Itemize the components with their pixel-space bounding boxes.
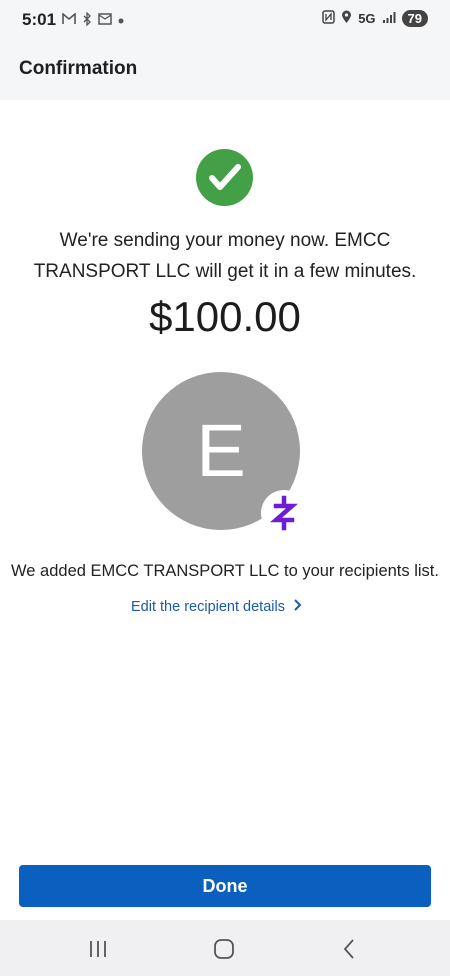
mail-icon (98, 12, 112, 28)
status-time: 5:01 (22, 10, 57, 29)
status-bar: 5:01 5G 79 (0, 0, 450, 44)
message-line-2: TRANSPORT LLC will get it in a few minut… (33, 261, 417, 282)
gmail-icon (62, 11, 76, 28)
system-nav-bar (0, 920, 450, 976)
nfc-icon (322, 10, 335, 27)
battery-indicator: 79 (401, 10, 428, 27)
back-icon[interactable] (335, 934, 365, 964)
signal-icon (382, 11, 396, 26)
edit-recipient-link[interactable]: Edit the recipient details (131, 596, 303, 618)
dot-icon (118, 13, 124, 27)
bluetooth-icon (82, 10, 92, 29)
edit-recipient-label: Edit the recipient details (131, 599, 285, 615)
zelle-badge-icon (261, 490, 307, 536)
done-button[interactable]: Done (19, 865, 431, 907)
confirmation-message: We're sending your money now. EMCC TRANS… (30, 225, 420, 287)
success-check-icon (196, 149, 253, 206)
avatar-letter: E (196, 409, 246, 492)
location-icon (341, 10, 352, 27)
network-label: 5G (358, 11, 376, 26)
chevron-right-icon (293, 598, 303, 616)
message-line-1: We're sending your money now. EMCC (59, 230, 391, 251)
status-right: 5G 79 (322, 10, 428, 27)
status-left: 5:01 (22, 10, 124, 30)
page-title: Confirmation (19, 58, 138, 79)
home-icon[interactable] (209, 934, 239, 964)
header: Confirmation (0, 44, 450, 100)
recent-apps-icon[interactable] (83, 934, 113, 964)
recipient-added-text: We added EMCC TRANSPORT LLC to your reci… (11, 562, 439, 580)
amount: $100.00 (149, 293, 301, 340)
